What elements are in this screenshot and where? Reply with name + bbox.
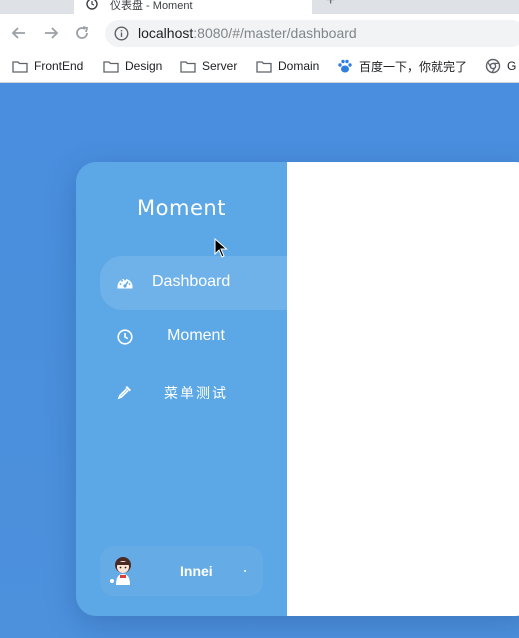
browser-toolbar: localhost:8080/#/master/dashboard [0, 14, 519, 52]
tab-strip: 仪表盘 - Moment + [0, 0, 519, 14]
chrome-icon [485, 58, 501, 74]
sidebar-item-dashboard[interactable]: Dashboard [100, 256, 287, 310]
url-path: :8080/#/master/dashboard [193, 25, 357, 41]
dashboard-gauge-icon [117, 278, 133, 289]
back-arrow-icon[interactable] [10, 24, 28, 42]
url-text[interactable]: localhost:8080/#/master/dashboard [138, 25, 357, 41]
bookmark-label: Server [202, 59, 238, 73]
address-bar[interactable]: localhost:8080/#/master/dashboard [105, 20, 519, 47]
bookmark-domain[interactable]: Domain [256, 57, 319, 75]
bookmark-label: Domain [278, 59, 320, 73]
baidu-paw-icon [338, 59, 352, 73]
clock-icon [117, 329, 133, 345]
tab-favicon-icon [86, 0, 98, 10]
folder-icon [180, 60, 196, 73]
main-content [287, 162, 519, 616]
bookmark-server[interactable]: Server [180, 57, 237, 75]
sidebar-item-moment[interactable]: Moment [100, 310, 287, 364]
bookmarks-bar: FrontEnd Design Server Domain 百度一下，你就完了 … [0, 52, 519, 80]
browser-tab[interactable]: 仪表盘 - Moment [74, 0, 312, 14]
eyedropper-icon [117, 386, 131, 400]
user-name: Innei [180, 563, 213, 579]
bookmark-baidu[interactable]: 百度一下，你就完了 [337, 57, 467, 75]
sidebar-item-label: 菜单测试 [164, 385, 228, 401]
bookmark-label: Design [125, 59, 163, 73]
user-profile[interactable]: Innei [100, 546, 263, 596]
url-host: localhost [138, 25, 194, 41]
sidebar-item-label: Dashboard [152, 273, 231, 290]
bookmark-design[interactable]: Design [103, 57, 162, 75]
forward-arrow-icon[interactable] [42, 24, 60, 42]
new-tab-icon[interactable]: + [326, 0, 335, 10]
browser-chrome: 仪表盘 - Moment + localhost:8080/#/master/d… [0, 0, 519, 83]
sidebar: Moment Dashboard Moment 菜单测试 Innei [76, 162, 287, 616]
tab-title: 仪表盘 - Moment [110, 0, 193, 12]
sidebar-item-menu-test[interactable]: 菜单测试 [100, 365, 287, 419]
site-info-icon[interactable] [114, 26, 129, 41]
more-dot-icon[interactable] [244, 570, 246, 572]
bookmark-label: 百度一下，你就完了 [359, 59, 468, 74]
bookmark-label: FrontEnd [34, 59, 84, 73]
folder-icon [12, 60, 28, 73]
avatar-icon [110, 557, 131, 585]
bookmark-frontend[interactable]: FrontEnd [12, 57, 83, 75]
mouse-cursor-icon [214, 238, 228, 258]
bookmark-label: G [507, 59, 517, 73]
app-card: Moment Dashboard Moment 菜单测试 Innei [76, 162, 519, 616]
sidebar-item-label: Moment [167, 327, 225, 344]
reload-icon[interactable] [73, 24, 91, 42]
folder-icon [256, 60, 272, 73]
brand-title: Moment [137, 196, 226, 220]
bookmark-google[interactable]: G [485, 57, 516, 75]
folder-icon [103, 60, 119, 73]
